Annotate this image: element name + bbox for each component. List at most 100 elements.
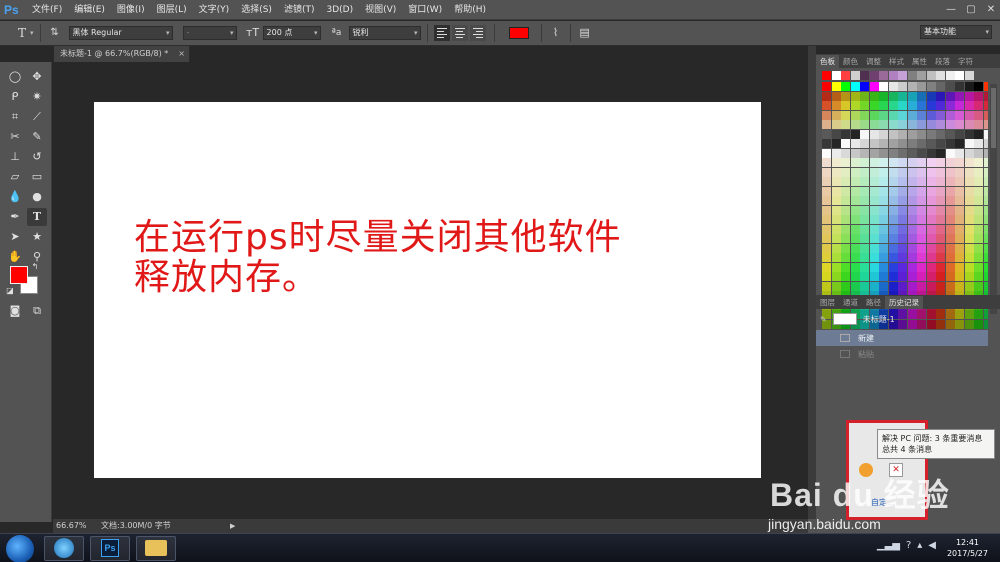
- swatch[interactable]: [936, 243, 945, 253]
- swatch[interactable]: [850, 281, 860, 291]
- swatch[interactable]: [860, 234, 869, 243]
- swatch[interactable]: [822, 101, 831, 110]
- recent-swatch[interactable]: [850, 71, 860, 80]
- swatch[interactable]: [888, 243, 898, 253]
- maximize-button[interactable]: ▢: [962, 3, 980, 17]
- swatch[interactable]: [850, 177, 860, 186]
- swatch[interactable]: [888, 82, 898, 91]
- swatch[interactable]: [917, 262, 926, 272]
- swatch[interactable]: [822, 120, 831, 129]
- swatch[interactable]: [888, 139, 898, 148]
- swatch[interactable]: [926, 272, 936, 281]
- swatch[interactable]: [850, 158, 860, 167]
- swatch[interactable]: [898, 243, 907, 253]
- swatch[interactable]: [879, 215, 888, 224]
- foreground-color-swatch[interactable]: [10, 266, 28, 284]
- swatch[interactable]: [983, 110, 988, 120]
- close-button[interactable]: ✕: [982, 3, 1000, 17]
- font-size-dropdown[interactable]: 200 点 ▾: [262, 26, 321, 40]
- swatch[interactable]: [888, 186, 898, 196]
- swatch[interactable]: [850, 139, 860, 148]
- swatch[interactable]: [974, 215, 983, 224]
- swatch[interactable]: [936, 120, 945, 129]
- swatch[interactable]: [926, 110, 936, 120]
- swatch[interactable]: [926, 177, 936, 186]
- swatch[interactable]: [955, 158, 964, 167]
- swatch[interactable]: [898, 253, 907, 262]
- swatch[interactable]: [860, 82, 869, 91]
- swatch[interactable]: [936, 129, 945, 139]
- swatch[interactable]: [974, 234, 983, 243]
- recent-swatch[interactable]: [898, 71, 907, 80]
- swatch[interactable]: [898, 158, 907, 167]
- swatch[interactable]: [964, 129, 974, 139]
- swatch[interactable]: [964, 158, 974, 167]
- swatch[interactable]: [831, 243, 841, 253]
- document-tab[interactable]: 未标题-1 @ 66.7%(RGB/8) * ×: [54, 46, 190, 62]
- swatch[interactable]: [822, 224, 831, 234]
- swatch[interactable]: [974, 262, 983, 272]
- swatch[interactable]: [831, 272, 841, 281]
- swatch[interactable]: [888, 167, 898, 177]
- swatch[interactable]: [841, 91, 850, 101]
- swatch[interactable]: [841, 129, 850, 139]
- swatch[interactable]: [831, 167, 841, 177]
- swatch[interactable]: [945, 139, 955, 148]
- swatch[interactable]: [860, 272, 869, 281]
- menu-filter[interactable]: 滤镜(T): [278, 0, 321, 20]
- swatch[interactable]: [907, 262, 917, 272]
- swatch[interactable]: [879, 262, 888, 272]
- swatch[interactable]: [936, 205, 945, 215]
- swatch[interactable]: [955, 139, 964, 148]
- swatch[interactable]: [974, 186, 983, 196]
- swatch[interactable]: [850, 234, 860, 243]
- swatch[interactable]: [860, 148, 869, 158]
- swatch[interactable]: [907, 148, 917, 158]
- swatch[interactable]: [964, 110, 974, 120]
- swatch[interactable]: [898, 196, 907, 205]
- swatch[interactable]: [869, 167, 879, 177]
- customize-link[interactable]: 自定...: [871, 497, 895, 508]
- recent-swatch[interactable]: [869, 71, 879, 80]
- menu-window[interactable]: 窗口(W): [402, 0, 448, 20]
- crop-tool-icon[interactable]: ⌗: [5, 108, 25, 126]
- hand-tool-icon[interactable]: ✋: [5, 248, 25, 266]
- volume-icon[interactable]: ◀: [928, 540, 936, 551]
- brush-tool-icon[interactable]: ✎: [27, 128, 47, 146]
- menu-help[interactable]: 帮助(H): [448, 0, 492, 20]
- align-left-button[interactable]: [433, 25, 450, 41]
- swatch[interactable]: [831, 224, 841, 234]
- swatch[interactable]: [860, 196, 869, 205]
- recent-swatch[interactable]: [879, 71, 888, 80]
- taskbar-app-browser[interactable]: [44, 536, 84, 561]
- taskbar-app-photoshop[interactable]: Ps: [90, 536, 130, 561]
- swatch[interactable]: [936, 139, 945, 148]
- swatch[interactable]: [879, 253, 888, 262]
- swatch[interactable]: [831, 205, 841, 215]
- swatch[interactable]: [898, 82, 907, 91]
- swatch[interactable]: [898, 177, 907, 186]
- swatch[interactable]: [974, 139, 983, 148]
- swatch[interactable]: [888, 158, 898, 167]
- swatch[interactable]: [917, 215, 926, 224]
- swatch[interactable]: [841, 120, 850, 129]
- swatch[interactable]: [898, 234, 907, 243]
- swatch[interactable]: [869, 272, 879, 281]
- swatch[interactable]: [955, 262, 964, 272]
- swatch[interactable]: [974, 148, 983, 158]
- swatch[interactable]: [841, 281, 850, 291]
- swatch[interactable]: [955, 253, 964, 262]
- swatch[interactable]: [964, 82, 974, 91]
- swatch[interactable]: [879, 281, 888, 291]
- swatch[interactable]: [964, 281, 974, 291]
- swatch[interactable]: [822, 196, 831, 205]
- swatch[interactable]: [831, 158, 841, 167]
- swatch[interactable]: [907, 253, 917, 262]
- path-selection-tool-icon[interactable]: ➤: [5, 228, 25, 246]
- tab-paths[interactable]: 路径: [862, 296, 885, 309]
- tab-history[interactable]: 历史记录: [885, 296, 923, 309]
- swatch[interactable]: [983, 215, 988, 224]
- swatch[interactable]: [860, 167, 869, 177]
- swatch[interactable]: [841, 158, 850, 167]
- swatch[interactable]: [860, 158, 869, 167]
